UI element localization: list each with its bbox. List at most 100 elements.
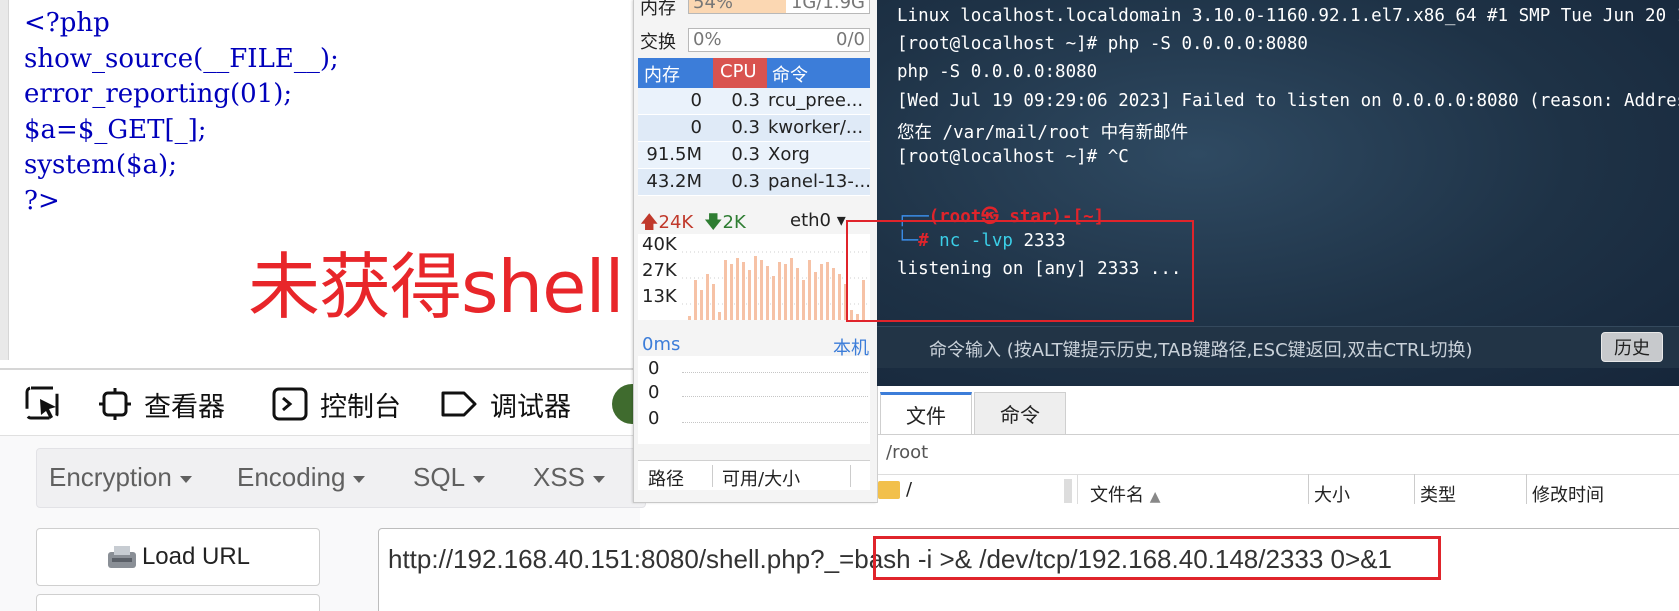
net-tick: 27K bbox=[642, 260, 677, 281]
traffic-bar bbox=[754, 256, 757, 320]
directory-tree: / bbox=[878, 474, 1078, 504]
process-row[interactable]: 43.2M 0.3 panel-13-... bbox=[638, 169, 871, 196]
col-filename[interactable]: 文件名 ▲ bbox=[1090, 481, 1161, 507]
proc-cmd: rcu_pree... bbox=[768, 90, 864, 111]
hackbar-menu: Encryption Encoding SQL XSS bbox=[36, 448, 646, 508]
swap-bar: 0% 0/0 bbox=[688, 28, 870, 52]
load-url-button[interactable]: Load URL bbox=[36, 528, 320, 586]
traffic-bar bbox=[784, 264, 787, 320]
traffic-bar bbox=[712, 284, 715, 320]
load-url-icon bbox=[107, 546, 136, 568]
terminal-line: 您在 /var/mail/root 中有新邮件 bbox=[897, 123, 1189, 143]
grid-line bbox=[682, 422, 868, 423]
traffic-bar bbox=[826, 262, 829, 320]
process-row[interactable]: 91.5M 0.3 Xorg bbox=[638, 142, 870, 169]
chevron-down-icon bbox=[473, 475, 486, 483]
traffic-bar bbox=[832, 268, 835, 320]
col-usage[interactable]: 可用/大小 bbox=[722, 465, 800, 491]
proc-mem: 0 bbox=[690, 117, 702, 138]
disk-table-header: 路径 可用/大小 bbox=[638, 460, 870, 490]
menu-encoding-label: Encoding bbox=[237, 462, 346, 492]
process-row[interactable]: 0 0.3 kworker/... bbox=[638, 115, 870, 142]
php-source-view: <?php show_source(__FILE__); error_reporti… bbox=[0, 0, 640, 370]
split-url-button[interactable] bbox=[36, 594, 320, 611]
col-type[interactable]: 类型 bbox=[1420, 481, 1456, 507]
tab-debugger-label: 调试器 bbox=[490, 391, 571, 423]
inspector-icon bbox=[99, 388, 131, 420]
memory-percent: 54% bbox=[693, 0, 734, 13]
chevron-down-icon bbox=[593, 475, 606, 483]
tab-debugger[interactable]: 调试器 bbox=[440, 384, 571, 424]
traffic-bar bbox=[736, 258, 739, 320]
process-row[interactable]: 0 0.3 rcu_pree... bbox=[638, 88, 870, 115]
payload-highlight-box bbox=[873, 536, 1441, 580]
col-command[interactable]: 命令 bbox=[772, 61, 808, 87]
element-picker-button[interactable] bbox=[24, 384, 74, 424]
net-up-value: 24K bbox=[658, 212, 694, 233]
column-divider bbox=[1414, 474, 1415, 504]
col-size[interactable]: 大小 bbox=[1314, 481, 1350, 507]
terminal-line: [root@localhost ~]# php -S 0.0.0.0:8080 bbox=[897, 34, 1308, 54]
traffic-bar bbox=[760, 260, 763, 320]
tab-console[interactable]: 控制台 bbox=[272, 384, 401, 424]
swap-percent: 0% bbox=[693, 29, 722, 50]
proc-cmd: Xorg bbox=[768, 144, 810, 165]
menu-encoding[interactable]: Encoding bbox=[237, 462, 366, 493]
grid-line bbox=[682, 396, 868, 397]
traffic-bar bbox=[730, 264, 733, 320]
traffic-bar bbox=[718, 312, 721, 320]
swap-label: 交换 bbox=[640, 32, 676, 53]
net-tick: 40K bbox=[642, 234, 677, 255]
traffic-bar bbox=[742, 262, 745, 320]
swap-usage: 0/0 bbox=[836, 29, 865, 50]
tree-scrollbar[interactable] bbox=[1064, 479, 1072, 503]
net-interface-select[interactable]: eth0 ▾ bbox=[790, 210, 846, 231]
col-modified[interactable]: 修改时间 bbox=[1532, 481, 1604, 507]
debugger-icon bbox=[441, 391, 477, 417]
code-line-text: show_source(__FILE__); bbox=[24, 43, 339, 74]
tab-commands[interactable]: 命令 bbox=[974, 392, 1066, 434]
net-tick: 13K bbox=[642, 286, 677, 307]
menu-encryption[interactable]: Encryption bbox=[49, 462, 192, 493]
history-button[interactable]: 历史 bbox=[1601, 332, 1663, 362]
code-line: ?> bbox=[24, 185, 60, 216]
traffic-bar bbox=[766, 266, 769, 320]
code-line: error_reporting(01); bbox=[24, 79, 293, 109]
proc-cpu: 0.3 bbox=[731, 117, 760, 138]
traffic-bar bbox=[796, 268, 799, 320]
command-input-bar: 命令输入 (按ALT键提示历史,TAB键路径,ESC键返回,双击CTRL切换) … bbox=[877, 326, 1679, 368]
grid-line bbox=[682, 372, 868, 373]
net-down-value: 2K bbox=[722, 212, 746, 233]
proc-mem: 43.2M bbox=[646, 171, 702, 192]
col-cpu[interactable]: CPU bbox=[720, 61, 757, 82]
code-line: $a=$_GET[_]; bbox=[24, 114, 207, 145]
traffic-bar bbox=[814, 272, 817, 320]
file-manager-pane: 文件 命令 /root / 文件名 ▲ 大小 类型 修改时间 bbox=[877, 386, 1679, 506]
proc-cmd: panel-13-... bbox=[768, 171, 871, 192]
menu-xss[interactable]: XSS bbox=[533, 462, 606, 493]
col-path[interactable]: 路径 bbox=[648, 465, 684, 491]
col-filename-label: 文件名 bbox=[1090, 485, 1144, 506]
folder-icon bbox=[878, 481, 900, 499]
menu-sql[interactable]: SQL bbox=[413, 462, 486, 493]
code-line: system($a); bbox=[24, 150, 177, 180]
tab-inspector[interactable]: 查看器 bbox=[98, 384, 225, 424]
element-picker-icon bbox=[25, 386, 59, 420]
traffic-bar bbox=[802, 280, 805, 320]
console-icon bbox=[272, 387, 308, 421]
tab-inspector-label: 查看器 bbox=[144, 391, 225, 423]
chevron-down-icon bbox=[179, 475, 192, 483]
command-input[interactable]: 命令输入 (按ALT键提示历史,TAB键路径,ESC键返回,双击CTRL切换) bbox=[929, 336, 1473, 362]
menu-encryption-label: Encryption bbox=[49, 462, 172, 492]
proc-cpu: 0.3 bbox=[731, 90, 760, 111]
memory-label: 内存 bbox=[640, 0, 676, 19]
proc-cmd: kworker/... bbox=[768, 117, 864, 138]
tab-files[interactable]: 文件 bbox=[880, 392, 972, 434]
latency-graph bbox=[638, 356, 870, 444]
column-divider bbox=[712, 465, 713, 487]
current-path[interactable]: /root bbox=[886, 442, 928, 463]
chevron-down-icon bbox=[353, 475, 366, 483]
col-mem[interactable]: 内存 bbox=[644, 61, 680, 87]
devtools-toolbar: 查看器 控制台 调试器 bbox=[0, 368, 652, 436]
tree-root[interactable]: / bbox=[906, 479, 912, 500]
